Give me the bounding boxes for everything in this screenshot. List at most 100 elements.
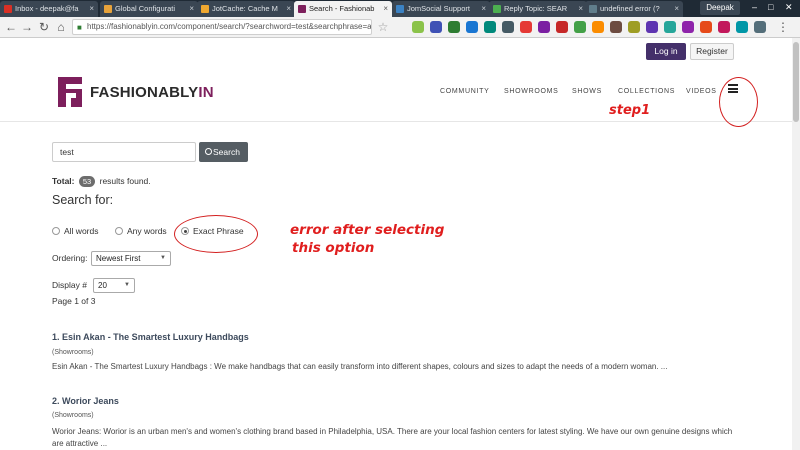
maximize-icon[interactable]: □ <box>768 2 773 12</box>
home-icon[interactable]: ⌂ <box>54 20 68 34</box>
result-title-link[interactable]: 1. Esin Akan - The Smartest Luxury Handb… <box>52 332 249 342</box>
browser-tab-jomsocial[interactable]: JomSocial Support × <box>392 1 490 17</box>
results-count-badge: 53 <box>78 176 96 187</box>
close-icon[interactable]: × <box>674 1 679 17</box>
extension-icon[interactable] <box>718 21 730 33</box>
nav-community[interactable]: COMMUNITY <box>440 88 489 95</box>
display-count-select[interactable]: 20 ▼ <box>93 278 135 293</box>
extension-icon[interactable] <box>628 21 640 33</box>
extension-icon[interactable] <box>466 21 478 33</box>
browser-menu-icon[interactable]: ⋮ <box>776 20 790 34</box>
page-content: Log in Register FASHIONABLYIN COMMUNITY … <box>0 38 800 450</box>
minimize-icon[interactable]: – <box>752 2 757 12</box>
browser-tab-reply-topic[interactable]: Reply Topic: SEAR × <box>489 1 587 17</box>
extension-icon[interactable] <box>502 21 514 33</box>
extension-icon[interactable] <box>700 21 712 33</box>
extension-icon[interactable] <box>538 21 550 33</box>
results-total: Total: 53 results found. <box>52 176 151 187</box>
nav-videos[interactable]: VIDEOS <box>686 88 717 95</box>
annotation-circle-hamburger <box>719 77 758 127</box>
extension-icon[interactable] <box>556 21 568 33</box>
annotation-error-line2: this option <box>292 240 375 256</box>
reload-icon[interactable]: ↻ <box>37 20 51 34</box>
search-for-heading: Search for: <box>52 193 114 207</box>
browser-tab-bar: Inbox - deepak@fa × Global Configurati ×… <box>0 0 800 17</box>
browser-profile-button[interactable]: Deepak <box>700 1 740 15</box>
display-label: Display # <box>52 280 87 290</box>
radio-indicator[interactable] <box>115 227 123 235</box>
extension-icon[interactable] <box>520 21 532 33</box>
extension-icon[interactable] <box>448 21 460 33</box>
close-icon[interactable]: × <box>383 1 388 17</box>
extension-icon[interactable] <box>574 21 586 33</box>
pagination-info: Page 1 of 3 <box>52 296 96 306</box>
radio-label: All words <box>64 226 99 236</box>
browser-tab-search-active[interactable]: Search - Fashionab × <box>294 1 392 17</box>
header-divider <box>0 121 792 122</box>
forward-icon[interactable]: → <box>20 20 34 34</box>
result-category: (Showrooms) <box>52 349 94 356</box>
ordering-value: Newest First <box>96 254 141 263</box>
forum-icon <box>493 5 501 13</box>
search-icon <box>205 148 212 155</box>
ordering-select[interactable]: Newest First ▼ <box>91 251 171 266</box>
result-title-link[interactable]: 2. Worior Jeans <box>52 396 119 406</box>
nav-collections[interactable]: COLLECTIONS <box>618 88 675 95</box>
browser-tab-undefined-error[interactable]: undefined error (? × <box>585 1 683 17</box>
total-label: Total: <box>52 176 75 186</box>
result-description: Worior Jeans: Worior is an urban men's a… <box>52 427 733 448</box>
gmail-icon <box>4 5 12 13</box>
extension-icon[interactable] <box>682 21 694 33</box>
address-bar[interactable]: ■ https://fashionablyin.com/component/se… <box>72 19 372 35</box>
browser-tab-gmail[interactable]: Inbox - deepak@fa × <box>0 1 98 17</box>
fashionablyin-icon <box>298 5 306 13</box>
search-input[interactable] <box>52 142 196 162</box>
close-icon[interactable]: × <box>578 1 583 17</box>
extension-icon[interactable] <box>646 21 658 33</box>
browser-toolbar: ← → ↻ ⌂ ■ https://fashionablyin.com/comp… <box>0 17 800 38</box>
extension-icon[interactable] <box>430 21 442 33</box>
nav-shows[interactable]: SHOWS <box>572 88 602 95</box>
tab-title: JotCache: Cache M <box>212 4 278 13</box>
total-suffix: results found. <box>99 176 151 186</box>
lock-icon: ■ <box>77 23 82 32</box>
extension-icon[interactable] <box>484 21 496 33</box>
tab-title: Reply Topic: SEAR <box>504 4 568 13</box>
extension-icon[interactable] <box>736 21 748 33</box>
radio-all-words[interactable]: All words <box>52 226 98 236</box>
extension-icon[interactable] <box>754 21 766 33</box>
annotation-circle-exact-phrase <box>174 215 258 253</box>
close-icon[interactable]: × <box>189 1 194 17</box>
back-icon[interactable]: ← <box>4 20 18 34</box>
search-button[interactable]: Search <box>199 142 248 162</box>
ordering-label: Ordering: <box>52 253 88 263</box>
bookmark-star-icon[interactable]: ☆ <box>376 20 390 34</box>
document-icon <box>589 5 597 13</box>
tab-title: Inbox - deepak@fa <box>15 4 79 13</box>
radio-indicator[interactable] <box>52 227 60 235</box>
register-button[interactable]: Register <box>690 43 734 60</box>
page-scrollbar[interactable] <box>792 38 800 450</box>
chevron-down-icon: ▼ <box>160 255 166 261</box>
browser-tab-jotcache[interactable]: JotCache: Cache M × <box>197 1 295 17</box>
radio-any-words[interactable]: Any words <box>115 226 167 236</box>
login-button[interactable]: Log in <box>646 43 686 60</box>
nav-showrooms[interactable]: SHOWROOMS <box>504 88 559 95</box>
close-icon[interactable]: × <box>89 1 94 17</box>
extension-icon[interactable] <box>412 21 424 33</box>
close-icon[interactable]: × <box>481 1 486 17</box>
tab-title: JomSocial Support <box>407 4 470 13</box>
logo-mark-icon <box>58 77 82 107</box>
extension-icon[interactable] <box>610 21 622 33</box>
logo-text: FASHIONABLYIN <box>90 84 214 101</box>
joomla-icon <box>104 5 112 13</box>
extension-icon[interactable] <box>664 21 676 33</box>
browser-tab-global-config[interactable]: Global Configurati × <box>100 1 198 17</box>
result-description: Esin Akan - The Smartest Luxury Handbags… <box>52 362 668 371</box>
close-window-icon[interactable]: ✕ <box>785 2 793 13</box>
scrollbar-thumb[interactable] <box>793 42 799 122</box>
chevron-down-icon: ▼ <box>124 282 130 288</box>
close-icon[interactable]: × <box>286 1 291 17</box>
jomsocial-icon <box>396 5 404 13</box>
extension-icon[interactable] <box>592 21 604 33</box>
